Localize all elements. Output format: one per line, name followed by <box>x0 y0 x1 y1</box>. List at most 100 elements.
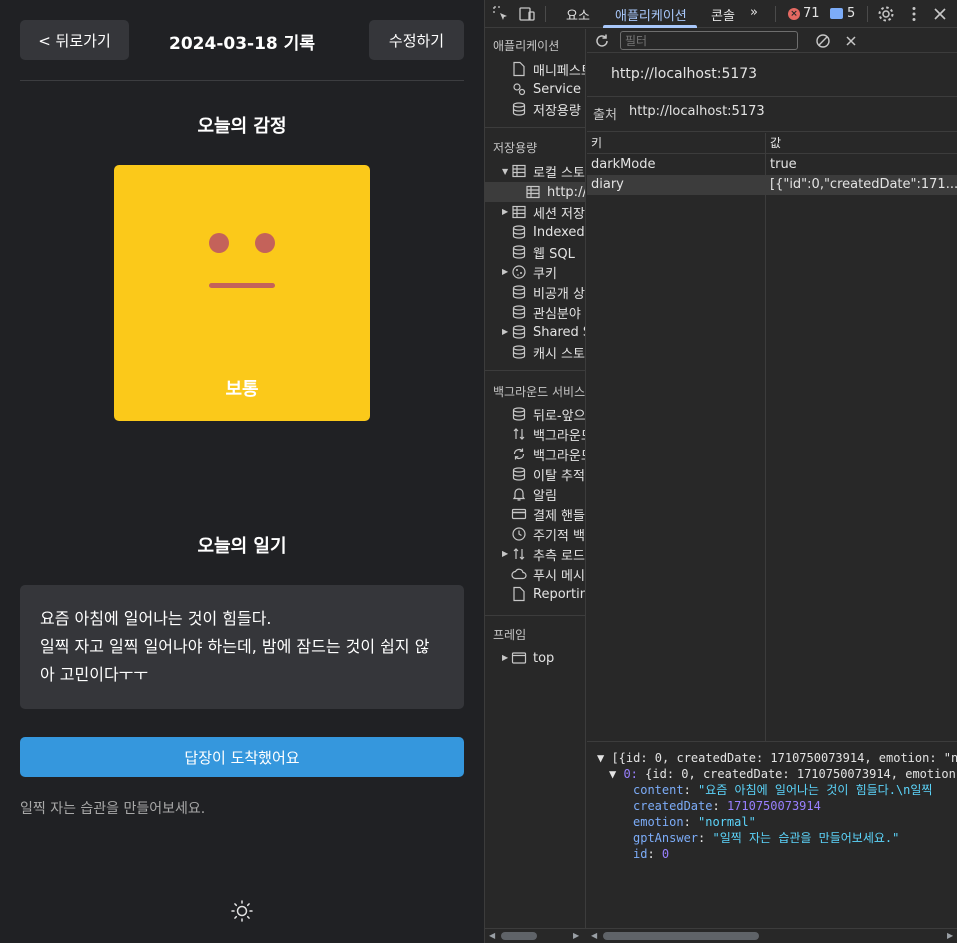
edit-button[interactable]: 수정하기 <box>369 20 464 60</box>
gear-icon[interactable] <box>876 4 896 24</box>
expand-triangle-icon[interactable]: ▼ <box>502 167 508 176</box>
sidebar-item-reporting-api[interactable]: Reporting API <box>511 584 585 604</box>
sidebar-heading-storage: 저장용량 <box>493 141 538 155</box>
preview-line-id[interactable]: id: 0 <box>633 846 669 862</box>
expand-triangle-icon[interactable]: ▶ <box>502 653 508 662</box>
sidebar-item-indexeddb[interactable]: IndexedDB <box>511 222 585 242</box>
message-icon[interactable] <box>830 8 843 19</box>
sidebar-divider <box>485 127 585 128</box>
sidebar-heading-background-services: 백그라운드 서비스 <box>493 385 586 399</box>
preview-key: createdDate <box>633 799 713 813</box>
expand-triangle-icon[interactable]: ▶ <box>502 267 508 276</box>
frame-icon <box>511 652 527 664</box>
table-header-value[interactable]: 값 <box>766 133 957 154</box>
back-button[interactable]: < 뒤로가기 <box>20 20 129 60</box>
sidebar-item-background-sync[interactable]: 백그라운드 동기화 <box>511 444 585 464</box>
sidebar-item-notifications[interactable]: 알림 <box>511 484 557 504</box>
sidebar-item-label: 추측 로드 <box>533 548 585 564</box>
scroll-left-icon[interactable]: ◀ <box>591 931 597 940</box>
preview-line-createddate[interactable]: createdDate: 1710750073914 <box>633 798 821 814</box>
sidebar-item-payment-handler[interactable]: 결제 핸들러 <box>511 504 585 524</box>
preview-line-emotion[interactable]: emotion: "normal" <box>633 814 756 830</box>
column-divider[interactable] <box>765 133 766 741</box>
table-cell-value[interactable]: true <box>766 155 957 175</box>
sidebar-item-label: IndexedDB <box>533 224 585 240</box>
reply-button[interactable]: 답장이 도착했어요 <box>20 737 464 777</box>
preview-line-array[interactable]: ▼ [{id: 0, createdDate: 1710750073914, e… <box>597 750 957 766</box>
preview-key: emotion <box>633 815 684 829</box>
sidebar-item-manifest[interactable]: 매니페스트 <box>511 59 585 79</box>
database-icon <box>512 285 526 299</box>
scroll-left-icon[interactable]: ◀ <box>489 931 495 940</box>
sidebar-item-background-fetch[interactable]: 백그라운드 가져오기 <box>511 424 585 444</box>
tab-elements[interactable]: 요소 <box>566 5 590 24</box>
error-icon[interactable]: × <box>788 8 800 20</box>
preview-line-item0[interactable]: ▼ 0: {id: 0, createdDate: 1710750073914,… <box>609 766 956 782</box>
sidebar-heading-frames: 프레임 <box>493 628 527 642</box>
sidebar-divider <box>485 370 585 371</box>
device-toggle-icon[interactable] <box>517 4 537 24</box>
gears-icon <box>513 83 526 96</box>
table-cell-key[interactable]: darkMode <box>587 155 765 175</box>
tab-application[interactable]: 애플리케이션 <box>615 5 687 24</box>
sidebar-item-localhost-origin[interactable]: http://localhost:5173 <box>485 182 585 202</box>
diary-app: < 뒤로가기 2024-03-18 기록 수정하기 오늘의 감정 보통 오늘의 … <box>0 0 484 943</box>
clear-all-icon[interactable] <box>814 32 832 50</box>
tab-console[interactable]: 콘솔 <box>711 5 735 24</box>
table-cell-key[interactable]: diary <box>587 175 765 195</box>
sun-icon[interactable] <box>230 899 254 923</box>
message-count[interactable]: 5 <box>847 6 855 21</box>
preview-index: 0: <box>623 767 646 781</box>
neutral-face-icon-left-eye <box>209 233 229 253</box>
expand-triangle-icon[interactable]: ▶ <box>502 207 508 216</box>
sidebar-item-shared-storage[interactable]: Shared Storage <box>511 322 585 342</box>
expand-triangle-icon[interactable]: ▶ <box>502 549 508 558</box>
refresh-icon[interactable] <box>593 32 611 50</box>
table-icon <box>526 185 540 199</box>
sidebar-item-push-messaging[interactable]: 푸시 메시지 <box>511 564 585 584</box>
active-tab-indicator <box>603 25 697 28</box>
sidebar-item-label: 로컬 스토리지 <box>533 165 585 181</box>
sidebar-item-web-sql[interactable]: 웹 SQL <box>511 242 575 262</box>
sidebar-item-storage[interactable]: 저장용량 <box>511 99 581 119</box>
table-header-key[interactable]: 키 <box>587 133 765 154</box>
sync-icon <box>513 448 525 460</box>
sidebar-item-label: 결제 핸들러 <box>533 508 585 524</box>
filter-input[interactable] <box>620 31 798 50</box>
close-icon[interactable] <box>930 4 950 24</box>
more-tabs-button[interactable]: » <box>750 5 758 20</box>
sidebar-item-session-storage[interactable]: 세션 저장용량 <box>511 202 585 222</box>
sidebar-item-cache-storage[interactable]: 캐시 스토리지 <box>511 342 585 362</box>
reply-text: 일찍 자는 습관을 만들어보세요. <box>20 801 206 817</box>
error-count[interactable]: 71 <box>803 6 820 21</box>
sidebar-item-service-workers[interactable]: Service workers <box>511 79 585 99</box>
inspect-element-icon[interactable] <box>491 4 511 24</box>
sidebar-item-bfcache[interactable]: 뒤로-앞으로 캐시 <box>511 404 585 424</box>
scroll-right-icon[interactable]: ▶ <box>947 931 953 940</box>
scroll-right-icon[interactable]: ▶ <box>573 931 579 940</box>
sidebar-item-label: 백그라운드 가져오기 <box>533 428 585 444</box>
sidebar-item-cookies[interactable]: 쿠키 <box>511 262 557 282</box>
expand-triangle-icon[interactable]: ▶ <box>502 327 508 336</box>
sidebar-item-private-state-tokens[interactable]: 비공개 상태 토큰 <box>511 282 585 302</box>
kebab-menu-icon[interactable] <box>904 4 924 24</box>
sidebar-item-interest-groups[interactable]: 관심분야 그룹 <box>511 302 585 322</box>
sidebar-item-frame-top[interactable]: top <box>511 648 554 668</box>
clock-icon <box>512 527 526 541</box>
sidebar-item-bounce-tracking[interactable]: 이탈 추적 <box>511 464 585 484</box>
preview-line-gptanswer[interactable]: gptAnswer: "일찍 자는 습관을 만들어보세요." <box>633 830 899 846</box>
preview-line-content[interactable]: content: "요즘 아침에 일어나는 것이 힘들다.\n일찍 <box>633 782 932 798</box>
sidebar-item-periodic-sync[interactable]: 주기적 백그라운드 동기화 <box>511 524 585 544</box>
sidebar-scroll-thumb[interactable] <box>501 932 537 940</box>
sidebar-item-local-storage[interactable]: 로컬 스토리지 <box>511 161 585 181</box>
delete-selected-icon[interactable] <box>842 32 860 50</box>
toolbar-divider <box>867 6 868 22</box>
database-icon <box>512 345 526 359</box>
horizontal-scrollbar[interactable]: ◀ ▶ ◀ ▶ <box>485 928 957 943</box>
sidebar-heading-application: 애플리케이션 <box>493 39 560 53</box>
table-row-selected[interactable]: diary [{"id":0,"createdDate":171... <box>587 175 957 195</box>
preview-scroll-thumb[interactable] <box>603 932 759 940</box>
table-row[interactable]: darkMode true <box>587 155 957 175</box>
table-cell-value[interactable]: [{"id":0,"createdDate":171... <box>766 175 957 195</box>
sidebar-item-speculative-loads[interactable]: 추측 로드 <box>511 544 585 564</box>
